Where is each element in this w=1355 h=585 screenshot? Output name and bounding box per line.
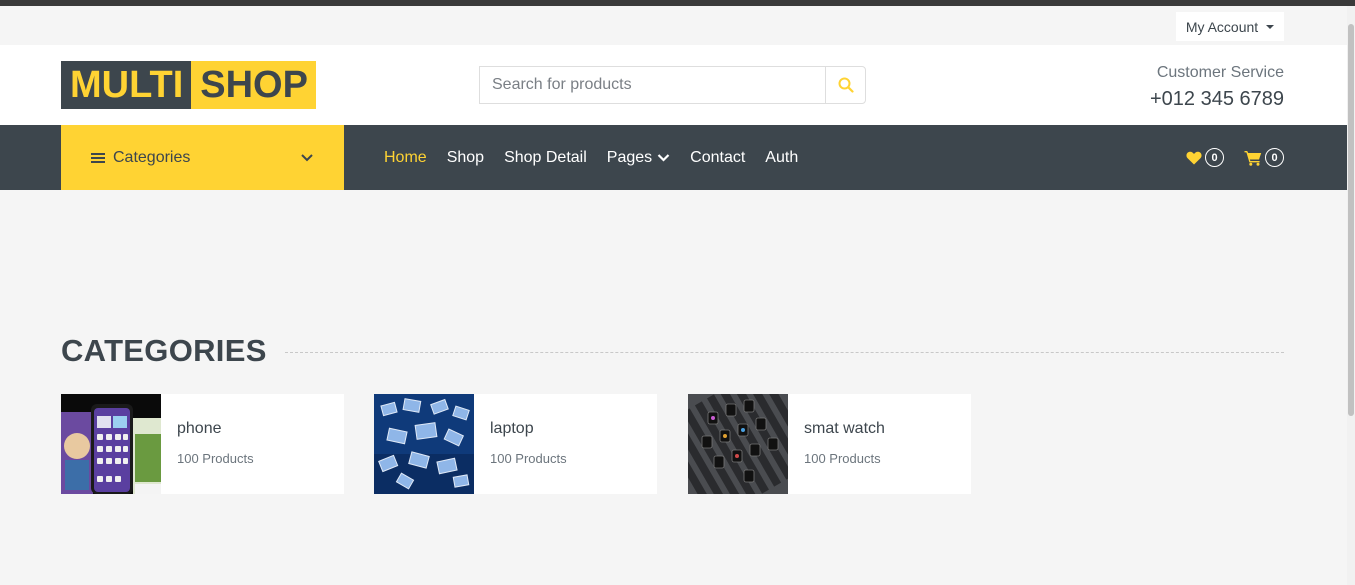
categories-toggle[interactable]: Categories bbox=[61, 125, 344, 190]
my-account-dropdown[interactable]: My Account bbox=[1176, 12, 1284, 41]
my-account-label: My Account bbox=[1185, 18, 1259, 35]
category-name: phone bbox=[177, 420, 222, 437]
search-icon bbox=[838, 77, 854, 93]
category-count: 100 Products bbox=[177, 451, 254, 466]
top-bar: My Account bbox=[0, 6, 1347, 45]
nav-links: Home Shop Shop Detail Pages Contact Auth bbox=[384, 125, 818, 190]
category-count: 100 Products bbox=[804, 451, 881, 466]
nav-pages[interactable]: Pages bbox=[606, 148, 670, 166]
category-name: smat watch bbox=[804, 420, 885, 437]
section-heading: CATEGORIES bbox=[61, 333, 267, 368]
customer-service-label: Customer Service bbox=[1156, 64, 1284, 81]
nav-contact[interactable]: Contact bbox=[690, 149, 745, 166]
page-scrollbar[interactable] bbox=[1347, 6, 1355, 585]
caret-down-icon bbox=[1266, 24, 1275, 29]
customer-service: Customer Service +012 345 6789 bbox=[1150, 63, 1284, 113]
category-card-smat-watch[interactable]: smat watch 100 Products bbox=[688, 394, 971, 494]
search-input[interactable] bbox=[479, 66, 825, 104]
site-logo[interactable]: MULTI SHOP bbox=[61, 61, 316, 109]
search-button[interactable] bbox=[825, 66, 866, 104]
category-text: phone 100 Products bbox=[161, 394, 254, 494]
nav-auth[interactable]: Auth bbox=[765, 149, 798, 166]
nav-home[interactable]: Home bbox=[384, 149, 427, 166]
cart-button[interactable]: 0 bbox=[1244, 148, 1284, 167]
main-navbar: Categories Home Shop Shop Detail Pages C… bbox=[0, 125, 1347, 190]
menu-bars-icon bbox=[91, 151, 105, 165]
logo-part-shop: SHOP bbox=[191, 61, 316, 109]
heart-icon bbox=[1186, 151, 1202, 164]
category-card-phone[interactable]: phone 100 Products bbox=[61, 394, 344, 494]
nav-shop[interactable]: Shop bbox=[447, 149, 484, 166]
wishlist-button[interactable]: 0 bbox=[1186, 148, 1224, 167]
category-name: laptop bbox=[490, 420, 534, 437]
phone-image bbox=[61, 394, 161, 494]
chevron-down-icon bbox=[657, 154, 670, 162]
laptop-image bbox=[374, 394, 474, 494]
smartwatch-image bbox=[688, 394, 788, 494]
cart-count-badge: 0 bbox=[1265, 148, 1284, 167]
category-text: smat watch 100 Products bbox=[788, 394, 885, 494]
category-text: laptop 100 Products bbox=[474, 394, 567, 494]
nav-pages-label: Pages bbox=[606, 148, 653, 166]
nav-icons: 0 0 bbox=[1186, 125, 1284, 190]
category-count: 100 Products bbox=[490, 451, 567, 466]
customer-service-phone: +012 345 6789 bbox=[1149, 88, 1284, 110]
scrollbar-thumb[interactable] bbox=[1348, 24, 1354, 416]
logo-part-multi: MULTI bbox=[61, 61, 192, 109]
chevron-down-icon bbox=[301, 153, 313, 161]
nav-shop-detail[interactable]: Shop Detail bbox=[504, 149, 587, 166]
category-card-laptop[interactable]: laptop 100 Products bbox=[374, 394, 657, 494]
site-header: MULTI SHOP Customer Service +012 345 678… bbox=[0, 45, 1347, 125]
section-title-categories: CATEGORIES bbox=[61, 333, 1284, 369]
wishlist-count-badge: 0 bbox=[1205, 148, 1224, 167]
section-divider bbox=[284, 351, 1284, 353]
categories-toggle-label: Categories bbox=[113, 148, 191, 166]
cart-icon bbox=[1244, 150, 1262, 166]
search-form bbox=[479, 66, 866, 104]
